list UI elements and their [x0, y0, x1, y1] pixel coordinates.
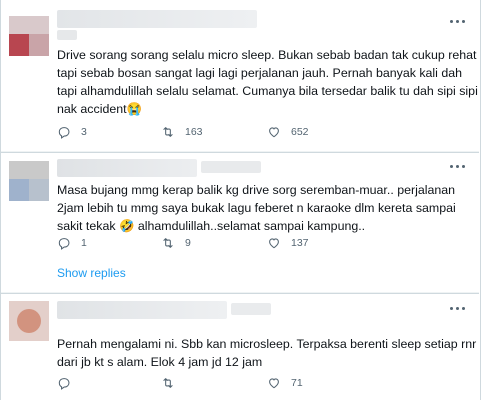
tweet-text-line: nak accident😭 — [57, 102, 142, 116]
tweet-text: Pernah mengalami ni. Sbb kan microsleep.… — [57, 335, 477, 371]
reply-button[interactable] — [57, 373, 81, 393]
author-handle-placeholder — [57, 30, 77, 40]
heart-icon — [269, 127, 279, 138]
avatar[interactable] — [9, 301, 49, 341]
author-handle-placeholder — [231, 303, 271, 315]
retweet-button[interactable]: 9 — [161, 233, 191, 253]
like-count: 652 — [291, 126, 309, 138]
tweet-text-line: Pernah mengalami ni. Sbb kan microsleep.… — [57, 337, 477, 351]
show-replies-link[interactable]: Show replies — [57, 266, 126, 280]
reply-count: 3 — [81, 126, 87, 138]
tweet-text-line: Drive sorang sorang selalu micro sleep. … — [57, 48, 477, 62]
reply-button[interactable]: 1 — [57, 233, 87, 253]
retweet-count: 163 — [185, 126, 203, 138]
tweet[interactable]: Masa bujang mmg kerap balik kg drive sor… — [1, 153, 479, 293]
retweet-button[interactable] — [161, 373, 185, 393]
tweet[interactable]: Drive sorang sorang selalu micro sleep. … — [1, 0, 479, 152]
more-icon[interactable] — [449, 305, 467, 313]
reply-icon — [58, 378, 70, 390]
heart-icon — [269, 238, 279, 249]
tweet-actions: 71 — [57, 373, 437, 393]
tweet-text-line: 2jam lebih tu mmg saya bukak lagu febere… — [57, 201, 456, 215]
reply-icon — [58, 238, 70, 250]
like-count: 71 — [291, 377, 303, 389]
more-icon[interactable] — [449, 18, 467, 26]
author-name-placeholder[interactable] — [57, 301, 227, 319]
author-handle-placeholder — [201, 161, 261, 173]
like-button[interactable]: 137 — [267, 233, 309, 253]
reply-count: 1 — [81, 237, 87, 249]
like-button[interactable]: 71 — [267, 373, 303, 393]
tweet-text-line: dari jb kt s alam. Elok 4 jam jd 12 jam — [57, 355, 263, 369]
tweet-text-line: tapi alhamdulillah selalu selamat. Cuman… — [57, 84, 478, 98]
retweet-count: 9 — [185, 237, 191, 249]
tweet-text-line: Masa bujang mmg kerap balik kg drive sor… — [57, 183, 456, 197]
reply-button[interactable]: 3 — [57, 122, 87, 142]
retweet-icon — [163, 238, 173, 248]
like-count: 137 — [291, 237, 309, 249]
author-name-placeholder[interactable] — [57, 159, 197, 177]
tweet-actions: 1 9 137 — [57, 233, 437, 253]
retweet-icon — [163, 127, 173, 137]
tweet[interactable]: Pernah mengalami ni. Sbb kan microsleep.… — [1, 293, 479, 400]
reply-icon — [58, 127, 70, 139]
author-name-placeholder[interactable] — [57, 10, 257, 28]
like-button[interactable]: 652 — [267, 122, 309, 142]
tweet-actions: 3 163 652 — [57, 122, 437, 142]
retweet-button[interactable]: 163 — [161, 122, 203, 142]
tweet-text: Drive sorang sorang selalu micro sleep. … — [57, 46, 478, 118]
tweet-text-line: tapi sebab bosan sangat lagi lagi perjal… — [57, 66, 463, 80]
heart-icon — [269, 378, 279, 389]
avatar[interactable] — [9, 161, 49, 201]
retweet-icon — [163, 378, 173, 388]
avatar[interactable] — [9, 16, 49, 56]
tweet-text: Masa bujang mmg kerap balik kg drive sor… — [57, 181, 467, 235]
more-icon[interactable] — [449, 163, 467, 171]
